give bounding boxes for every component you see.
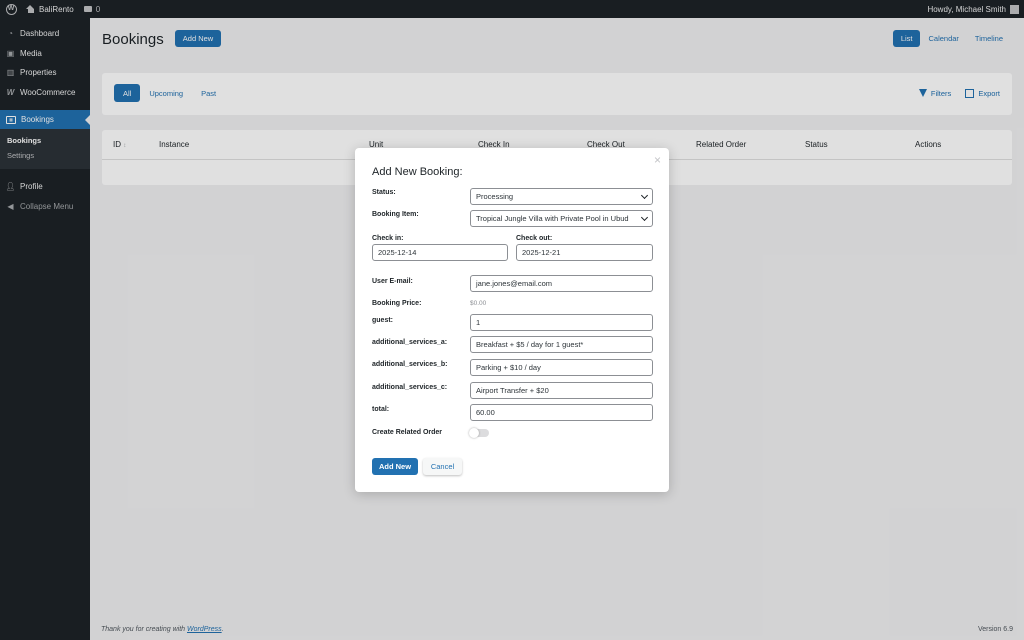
additional-services-c-label: additional_services_c: [372, 384, 448, 391]
add-booking-modal: × Add New Booking: Status: Processing Bo… [355, 148, 669, 492]
check-in-label: Check in: [372, 235, 404, 242]
additional-services-a-field[interactable]: Breakfast + $5 / day for 1 guest* [470, 336, 653, 353]
user-email-field[interactable]: jane.jones@email.com [470, 275, 653, 292]
booking-price-label: Booking Price: [372, 300, 422, 307]
status-select[interactable]: Processing [470, 188, 653, 205]
create-related-order-toggle[interactable] [469, 428, 489, 438]
guest-field[interactable]: 1 [470, 314, 653, 331]
check-out-label: Check out: [516, 235, 553, 242]
close-icon[interactable]: × [654, 154, 661, 166]
booking-item-label: Booking Item: [372, 211, 419, 218]
status-label: Status: [372, 189, 396, 196]
chevron-down-icon [640, 213, 649, 222]
guest-label: guest: [372, 317, 393, 324]
modal-title: Add New Booking: [372, 166, 463, 178]
additional-services-a-label: additional_services_a: [372, 339, 448, 346]
toggle-knob [469, 428, 479, 438]
additional-services-c-field[interactable]: Airport Transfer + $20 [470, 382, 653, 399]
check-out-field[interactable]: 2025-12-21 [516, 244, 653, 261]
create-related-order-label: Create Related Order [372, 429, 443, 436]
additional-services-b-label: additional_services_b: [372, 361, 448, 368]
booking-item-select[interactable]: Tropical Jungle Villa with Private Pool … [470, 210, 653, 227]
total-label: total: [372, 406, 390, 413]
additional-services-b-field[interactable]: Parking + $10 / day [470, 359, 653, 376]
add-new-submit-button[interactable]: Add New [372, 458, 418, 475]
user-email-label: User E-mail: [372, 278, 413, 285]
cancel-button[interactable]: Cancel [423, 458, 462, 475]
booking-price-value: $0.00 [470, 300, 487, 307]
check-in-field[interactable]: 2025-12-14 [372, 244, 508, 261]
status-selected-value: Processing [476, 192, 514, 201]
chevron-down-icon [640, 191, 649, 200]
total-field[interactable]: 60.00 [470, 404, 653, 421]
booking-item-selected-value: Tropical Jungle Villa with Private Pool … [476, 214, 629, 223]
